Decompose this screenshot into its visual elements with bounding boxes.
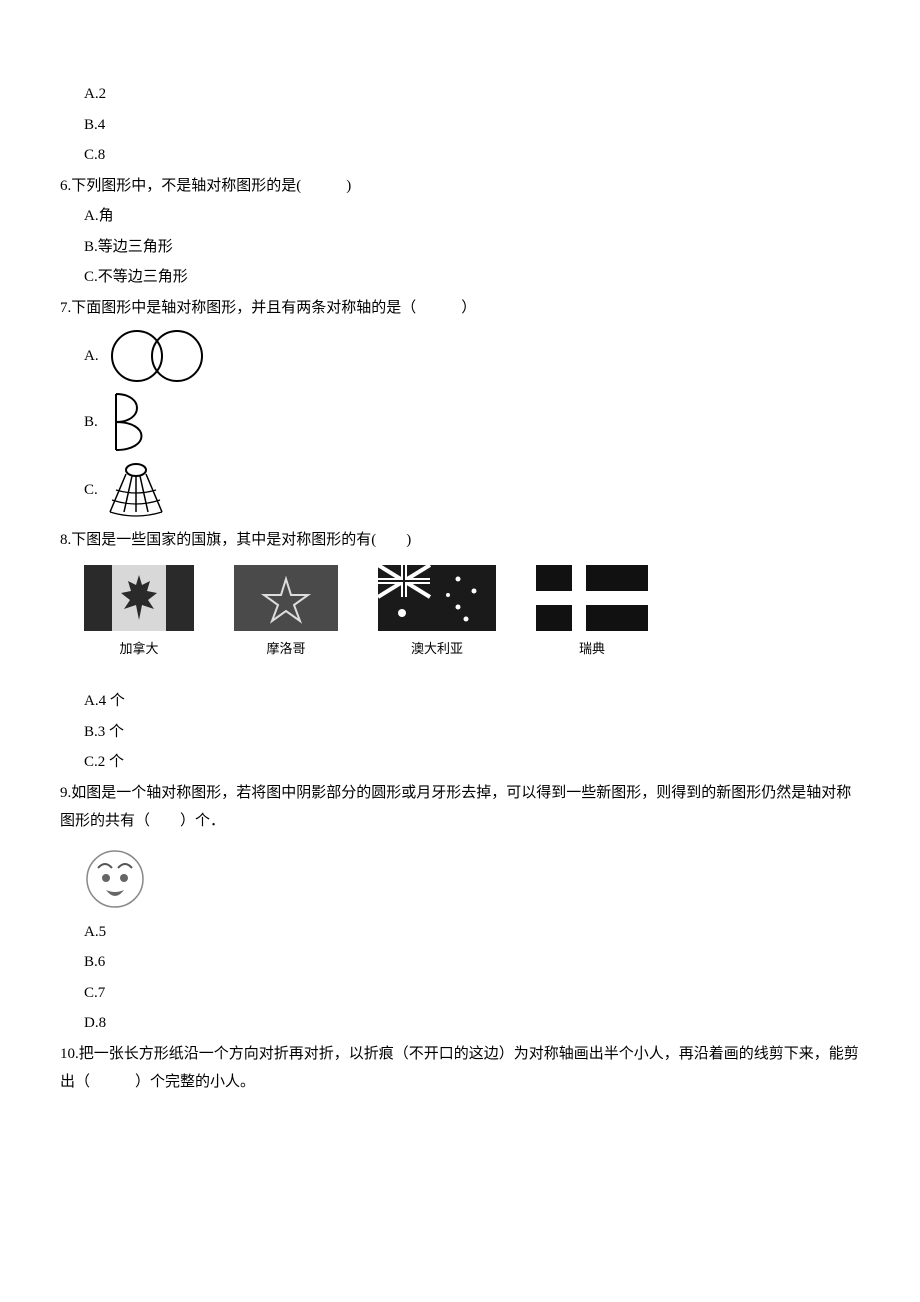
morocco-flag-icon (234, 565, 338, 631)
q6-option-b: B.等边三角形 (60, 233, 860, 262)
flag-sweden-col: 瑞典 (536, 565, 648, 662)
q8-option-b: B.3 个 (60, 718, 860, 747)
q9-stem: 9.如图是一个轴对称图形，若将图中阴影部分的圆形或月牙形去掉，可以得到一些新图形… (60, 779, 860, 836)
q10-stem: 10.把一张长方形纸沿一个方向对折再对折，以折痕（不开口的这边）为对称轴画出半个… (60, 1040, 860, 1097)
q5-option-b: B.4 (60, 111, 860, 140)
q7-option-a-label: A. (84, 342, 99, 371)
smiley-face-icon (84, 848, 146, 910)
q8-option-c: C.2 个 (60, 748, 860, 777)
q7-option-c-label: C. (84, 476, 98, 505)
q7-stem: 7.下面图形中是轴对称图形，并且有两条对称轴的是（ ） (60, 294, 860, 323)
q8-option-a: A.4 个 (60, 687, 860, 716)
flag-morocco-caption: 摩洛哥 (266, 637, 305, 662)
flag-canada-caption: 加拿大 (119, 637, 158, 662)
sweden-flag-icon (536, 565, 648, 631)
q5-option-a: A.2 (60, 80, 860, 109)
flag-australia-caption: 澳大利亚 (411, 637, 463, 662)
letter-b-shape-icon (104, 390, 164, 454)
q9-figure (60, 848, 860, 910)
q7-option-a-row: A. (60, 328, 860, 384)
q8-flags-row: 加拿大 摩洛哥 澳大利亚 (60, 565, 860, 662)
q9-option-a: A.5 (60, 918, 860, 947)
two-overlapping-circles-icon (105, 328, 210, 384)
q9-option-d: D.8 (60, 1009, 860, 1038)
q6-stem: 6.下列图形中，不是轴对称图形的是( ) (60, 172, 860, 201)
flag-morocco-col: 摩洛哥 (234, 565, 338, 662)
flag-australia-col: 澳大利亚 (378, 565, 496, 662)
q9-option-b: B.6 (60, 948, 860, 977)
q9-option-c: C.7 (60, 979, 860, 1008)
q5-option-c: C.8 (60, 141, 860, 170)
q6-option-a: A.角 (60, 202, 860, 231)
q8-stem: 8.下图是一些国家的国旗，其中是对称图形的有( ) (60, 526, 860, 555)
q6-option-c: C.不等边三角形 (60, 263, 860, 292)
flag-sweden-caption: 瑞典 (579, 637, 605, 662)
q7-option-b-row: B. (60, 390, 860, 454)
q7-option-c-row: C. (60, 460, 860, 520)
australia-flag-icon (378, 565, 496, 631)
q7-option-b-label: B. (84, 408, 98, 437)
flag-canada-col: 加拿大 (84, 565, 194, 662)
badminton-shuttlecock-icon (104, 460, 168, 520)
canada-flag-icon (84, 565, 194, 631)
